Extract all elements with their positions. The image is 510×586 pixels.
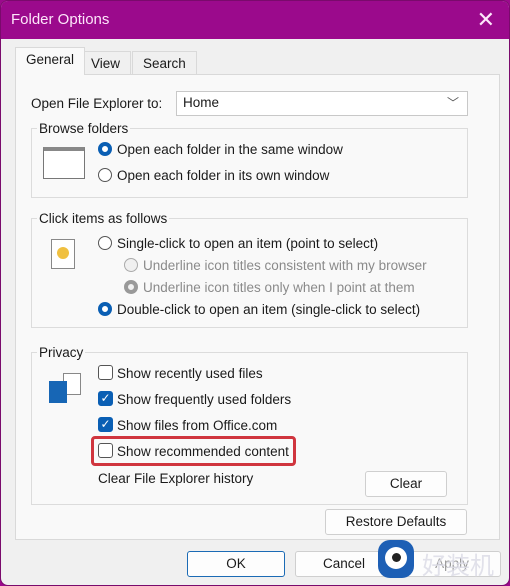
title-bar: Folder Options ✕ bbox=[1, 1, 509, 39]
same-window-label[interactable]: Open each folder in the same window bbox=[117, 142, 343, 157]
tab-view[interactable]: View bbox=[80, 51, 132, 75]
recent-files-label[interactable]: Show recently used files bbox=[117, 366, 263, 381]
radio-single-click[interactable] bbox=[98, 236, 112, 250]
pointer-file-icon bbox=[51, 239, 75, 269]
highlight-box bbox=[91, 436, 296, 466]
open-to-select[interactable]: Home ﹀ bbox=[176, 91, 468, 116]
clear-button[interactable]: Clear bbox=[365, 471, 447, 497]
folder-options-dialog: Folder Options ✕ General View Search Ope… bbox=[0, 0, 510, 586]
radio-same-window[interactable] bbox=[98, 142, 112, 156]
tab-search[interactable]: Search bbox=[132, 51, 197, 75]
ok-button[interactable]: OK bbox=[187, 551, 285, 577]
double-click-label[interactable]: Double-click to open an item (single-cli… bbox=[117, 302, 420, 317]
browse-folders-group bbox=[31, 128, 468, 198]
radio-underline-point[interactable] bbox=[124, 280, 138, 294]
click-items-title: Click items as follows bbox=[37, 211, 170, 226]
own-window-label[interactable]: Open each folder in its own window bbox=[117, 168, 329, 183]
underline-point-label: Underline icon titles only when I point … bbox=[143, 280, 415, 295]
clear-history-label: Clear File Explorer history bbox=[98, 471, 254, 486]
open-to-value: Home bbox=[183, 95, 220, 110]
checkbox-office-files[interactable]: ✓ bbox=[98, 417, 113, 432]
window-icon bbox=[43, 147, 85, 179]
watermark-logo: 好装机 bbox=[376, 538, 509, 585]
privacy-icon bbox=[49, 373, 83, 403]
radio-double-click[interactable] bbox=[98, 302, 112, 316]
open-to-label: Open File Explorer to: bbox=[31, 96, 163, 111]
browse-folders-title: Browse folders bbox=[37, 121, 131, 136]
close-icon[interactable]: ✕ bbox=[477, 7, 495, 33]
window-title: Folder Options bbox=[11, 11, 110, 28]
chevron-down-icon: ﹀ bbox=[446, 96, 459, 110]
single-click-label[interactable]: Single-click to open an item (point to s… bbox=[117, 236, 378, 251]
checkbox-recent-files[interactable] bbox=[98, 365, 113, 380]
restore-defaults-button[interactable]: Restore Defaults bbox=[325, 509, 467, 535]
office-files-label[interactable]: Show files from Office.com bbox=[117, 418, 277, 433]
tab-general[interactable]: General bbox=[15, 47, 86, 75]
radio-own-window[interactable] bbox=[98, 168, 112, 182]
checkbox-frequent-folders[interactable]: ✓ bbox=[98, 391, 113, 406]
radio-underline-browser[interactable] bbox=[124, 258, 138, 272]
underline-browser-label: Underline icon titles consistent with my… bbox=[143, 258, 427, 273]
watermark-text: 好装机 bbox=[422, 552, 494, 580]
frequent-folders-label[interactable]: Show frequently used folders bbox=[117, 392, 291, 407]
privacy-title: Privacy bbox=[37, 345, 86, 360]
